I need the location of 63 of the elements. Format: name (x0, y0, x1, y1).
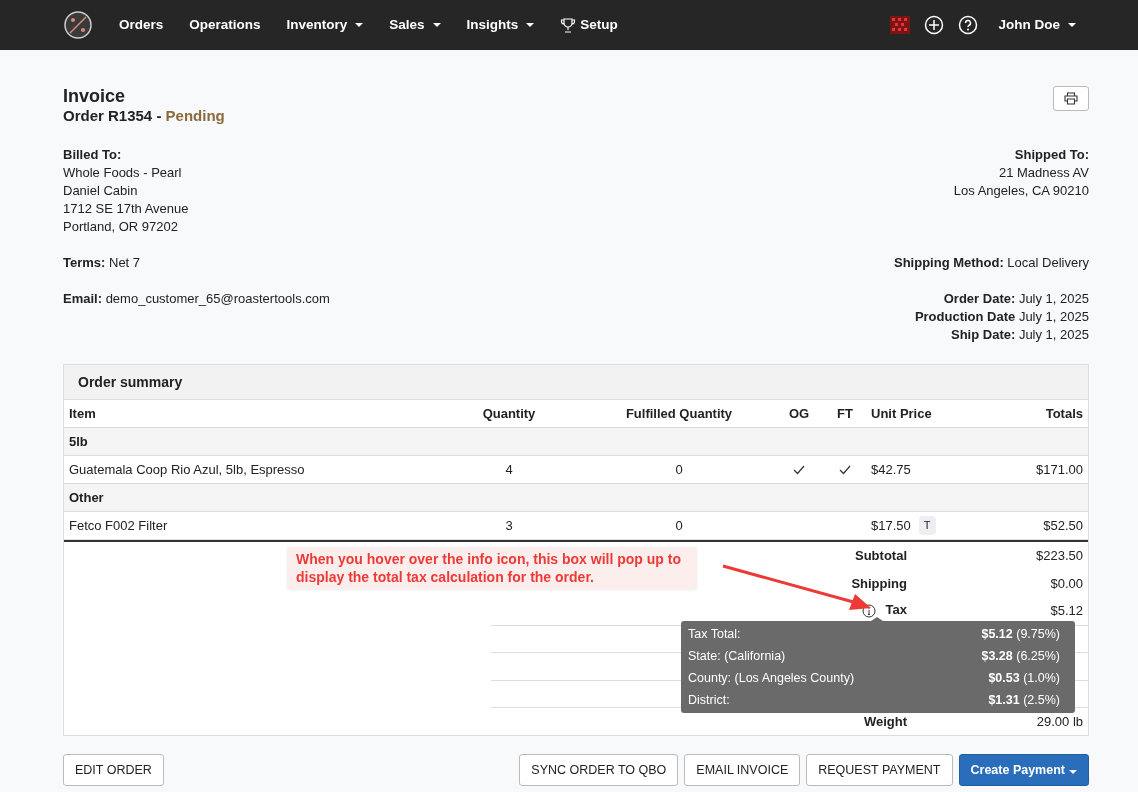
billed-to-heading: Billed To: (63, 146, 123, 164)
panel-title: Order summary (64, 365, 1088, 400)
terms-text: Terms: Net 7 (63, 254, 141, 272)
print-icon (1064, 92, 1078, 105)
action-button[interactable]: REQUEST PAYMENT (806, 753, 953, 787)
nav-link[interactable]: Inventory (286, 14, 364, 36)
nav-link[interactable]: Orders (119, 14, 164, 36)
tooltip-value: $5.12 (9.75%) (981, 625, 1060, 643)
nav-link[interactable]: Sales (389, 14, 441, 36)
total-label: Tax (861, 603, 907, 619)
taxable-badge: T (918, 516, 936, 535)
table-cell: 3 (434, 512, 584, 540)
total-value: 29.00 lb (1036, 712, 1083, 731)
address-line: Los Angeles, CA 90210 (953, 182, 1089, 200)
user-menu[interactable]: John Doe (998, 14, 1076, 36)
group-header: 5lb (64, 428, 1088, 456)
grid-icon[interactable] (890, 16, 911, 34)
address-line: 1712 SE 17th Avenue (63, 200, 189, 218)
total-value: $5.12 (1050, 602, 1083, 620)
tooltip-value: $0.53 (1.0%) (988, 669, 1060, 687)
date-text: Order Date: July 1, 2025 (942, 290, 1089, 308)
table-cell-text: $17.50 (871, 516, 911, 535)
tooltip-label: Tax Total: (688, 625, 741, 643)
order-heading: Order R1354 - Pending (63, 106, 225, 126)
create-payment-button[interactable]: Create Payment (958, 753, 1089, 787)
print-button[interactable] (1053, 86, 1089, 111)
action-button[interactable]: EMAIL INVOICE (684, 753, 801, 787)
tooltip-label: District: (688, 691, 730, 709)
help-icon[interactable] (958, 15, 979, 35)
tooltip-label: County: (Los Angeles County) (688, 669, 855, 687)
total-label: Subtotal (855, 549, 907, 563)
logo-icon[interactable] (63, 10, 93, 40)
address-line: Whole Foods - Pearl (63, 164, 183, 182)
add-icon[interactable] (924, 15, 945, 35)
tooltip-value: $1.31 (2.5%) (988, 691, 1060, 709)
tooltip-value: $3.28 (6.25%) (981, 647, 1060, 665)
address-line: Portland, OR 97202 (63, 218, 179, 236)
total-value: $0.00 (1050, 574, 1083, 593)
date-text: Production Date July 1, 2025 (914, 308, 1089, 326)
edit-order-button[interactable]: EDIT ORDER (63, 753, 164, 787)
total-label: Shipping (851, 576, 907, 590)
tooltip-label: State: (California) (688, 647, 786, 665)
address-line: 21 Madness AV (997, 164, 1089, 182)
table-cell-text: $42.75 (871, 460, 911, 479)
table-cell: $52.50 (976, 512, 1088, 540)
action-button[interactable]: SYNC ORDER TO QBO (519, 753, 679, 787)
shipped-to-heading: Shipped To: (1013, 146, 1089, 164)
nav-link[interactable]: Operations (189, 14, 261, 36)
date-text: Ship Date: July 1, 2025 (950, 326, 1089, 344)
total-label: Weight (863, 714, 907, 728)
page-title: Invoice (63, 86, 127, 106)
table-cell: Fetco F002 Filter (64, 512, 434, 540)
nav-link[interactable]: Insights (466, 14, 535, 36)
group-header: Other (64, 484, 1088, 512)
annotation-callout: When you hover over the info icon, this box will pop up to display the total tax calculation for the order. (287, 547, 697, 589)
info-icon[interactable] (861, 604, 876, 619)
total-value: $223.50 (1036, 547, 1083, 565)
address-line: Daniel Cabin (63, 182, 139, 200)
trophy-icon (560, 17, 577, 33)
email-text: Email: demo_customer_65@roastertools.com (63, 290, 330, 308)
nav-link[interactable]: Setup (560, 14, 618, 36)
table-cell: 0 (584, 512, 774, 540)
shipping-method-text: Shipping Method: Local Delivery (893, 254, 1089, 272)
